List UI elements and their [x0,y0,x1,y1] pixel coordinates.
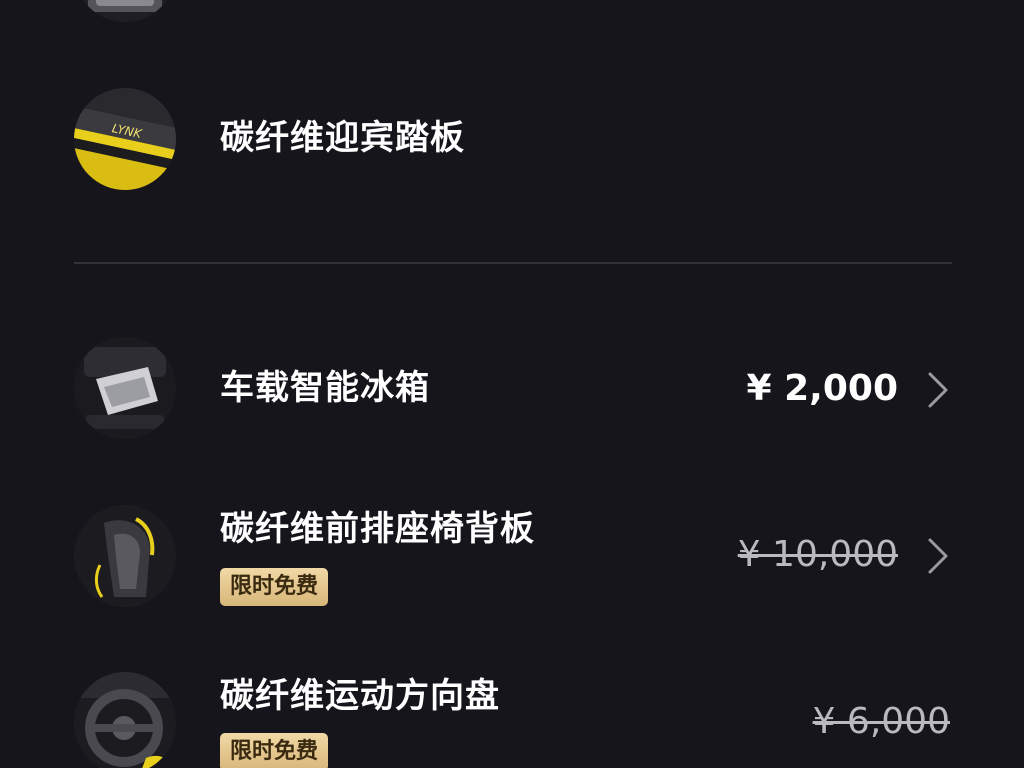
accessory-price: ¥ 2,000 [746,368,898,409]
accessory-name: 碳纤维前排座椅背板 [220,509,535,549]
door-sill-thumbnail: LYNK [74,88,176,190]
accessory-name: 碳纤维迎宾踏板 [220,118,465,158]
accessory-original-price: ¥ 10,000 [737,534,898,575]
limited-free-badge: 限时免费 [220,568,329,606]
section-divider [74,262,952,264]
steering-wheel-thumbnail [74,672,176,768]
accessory-original-price: ¥ 6,000 [812,701,950,742]
car-fridge-thumbnail [74,337,176,439]
chevron-right-icon[interactable] [924,536,952,576]
seat-back-thumbnail [74,505,176,607]
accessory-name: 车载智能冰箱 [220,368,430,408]
accessory-list-screen: LYNK 碳纤维迎宾踏板 车载智能冰箱 ¥ 2,000 碳纤维前排座椅背板 限时… [0,0,1024,768]
chevron-right-icon[interactable] [924,370,952,410]
accessory-name: 碳纤维运动方向盘 [220,676,500,716]
cutoff-accessory-thumbnail [74,0,176,22]
limited-free-badge: 限时免费 [220,733,329,768]
